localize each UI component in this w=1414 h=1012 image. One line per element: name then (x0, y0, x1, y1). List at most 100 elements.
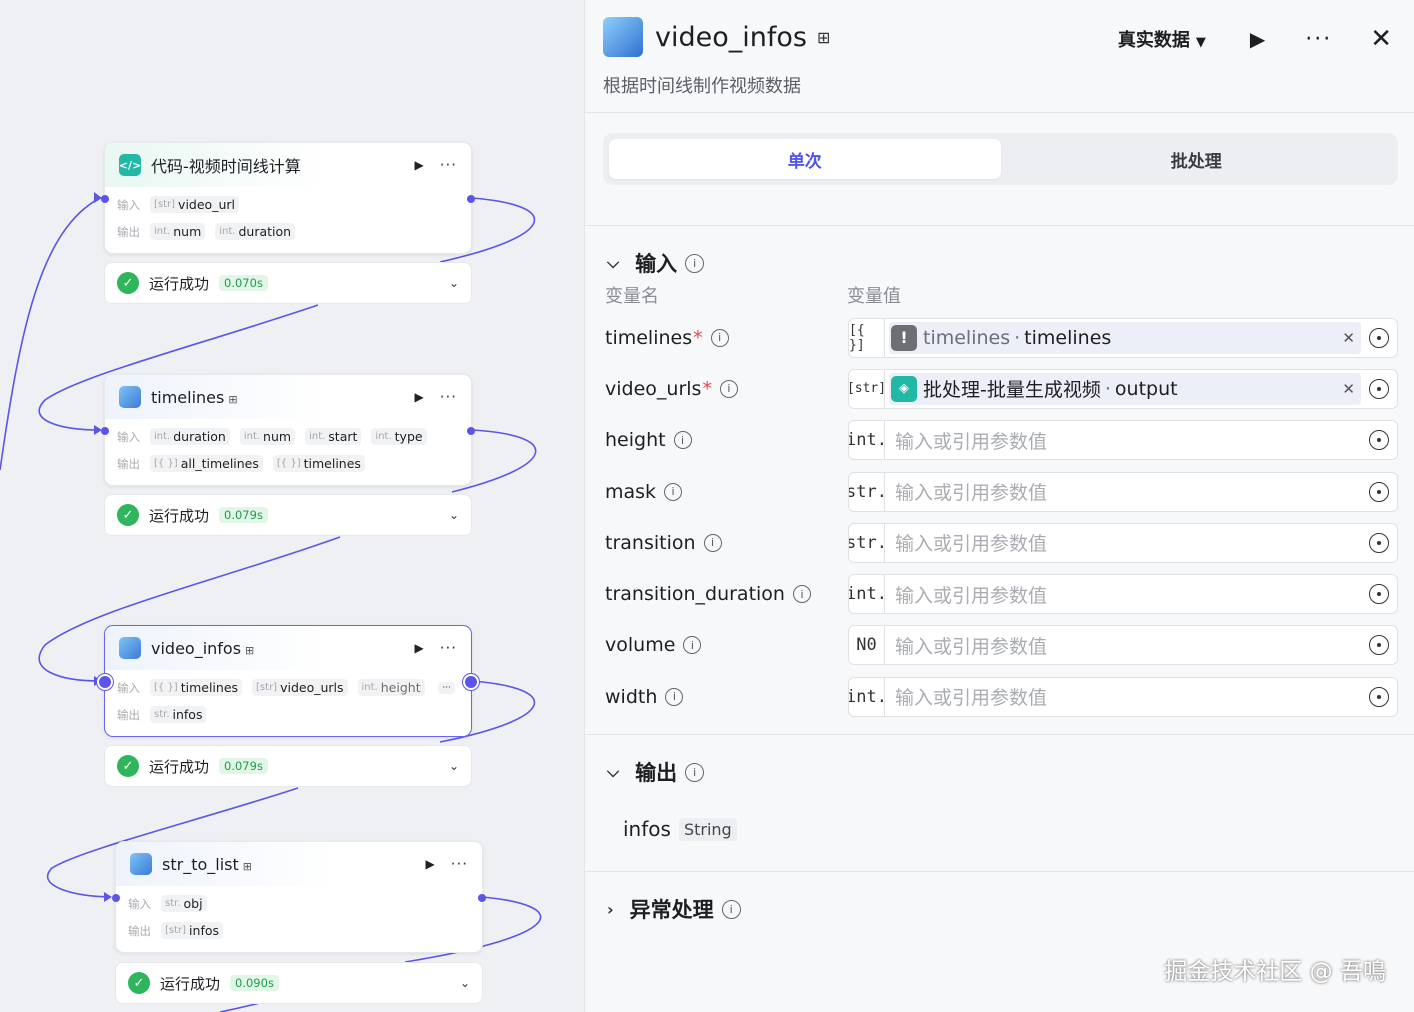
output-port[interactable] (467, 427, 475, 435)
input-pill: int. duration (150, 428, 230, 445)
more-icon[interactable]: ··· (440, 156, 457, 174)
param-value-field[interactable]: [{ }] ! timelines · timelines ✕ (848, 317, 1398, 358)
chevron-down-icon[interactable]: ⌄ (449, 276, 459, 290)
input-port[interactable] (101, 195, 109, 203)
param-name: video_urls (605, 377, 702, 400)
input-section: ⌵ 输入 i 变量名 变量值 timelines * i [{ }] ! timel… (585, 225, 1414, 734)
type-badge: str. (849, 472, 887, 511)
chevron-down-icon[interactable]: ⌄ (460, 976, 470, 990)
play-icon[interactable]: ▶ (425, 857, 434, 871)
param-input[interactable]: 输入或引用参数值 (885, 683, 1365, 710)
run-time-badge: 0.079s (219, 758, 268, 774)
info-icon[interactable]: i (703, 533, 722, 552)
param-value-field[interactable]: N0 输入或引用参数值 (848, 625, 1398, 666)
param-input[interactable]: 输入或引用参数值 (885, 529, 1365, 556)
error-section-header[interactable]: › 异常处理 i (585, 872, 1414, 946)
node-title: str_to_list ⊞ (162, 854, 252, 874)
workflow-node-video-infos[interactable]: video_infos ⊞ ▶ ··· 输入 [{ }] timelines [st… (97, 625, 479, 737)
param-value-field[interactable]: [str] ◈ 批处理-批量生成视频 · output ✕ (848, 368, 1398, 409)
info-icon[interactable]: i (664, 482, 683, 501)
play-icon[interactable]: ▶ (414, 641, 423, 655)
reference-picker-icon[interactable] (1369, 378, 1389, 399)
chevron-down-icon[interactable]: ⌵ (607, 253, 619, 273)
param-input[interactable]: 输入或引用参数值 (885, 581, 1365, 608)
workflow-node-str-to-list[interactable]: str_to_list ⊞ ▶ ··· 输入 str. obj 输出 [str] in… (112, 841, 486, 953)
required-mark: * (693, 326, 703, 349)
section-title: 异常处理 (629, 898, 714, 923)
tab-single[interactable]: 单次 (609, 139, 1001, 179)
info-icon[interactable]: i (710, 328, 729, 347)
info-icon[interactable]: i (673, 431, 692, 450)
param-input[interactable]: 输入或引用参数值 (885, 478, 1365, 505)
param-input[interactable]: 输入或引用参数值 (885, 427, 1365, 454)
reference-picker-icon[interactable] (1369, 532, 1389, 553)
output-pill: [{ }] all_timelines (150, 455, 263, 472)
column-name-header: 变量名 (605, 286, 659, 307)
output-port[interactable] (463, 674, 479, 690)
input-pill: int. height (357, 679, 425, 696)
param-value-field[interactable]: str. 输入或引用参数值 (848, 471, 1398, 512)
reference-chip[interactable]: ! timelines · timelines ✕ (889, 321, 1361, 354)
output-section: ⌵ 输出 i infos String (585, 734, 1414, 871)
output-port[interactable] (478, 894, 486, 902)
param-value-field[interactable]: str. 输入或引用参数值 (848, 522, 1398, 563)
param-value-field[interactable]: int. 输入或引用参数值 (848, 574, 1398, 615)
info-icon[interactable]: i (719, 379, 738, 398)
tab-batch[interactable]: 批处理 (1001, 139, 1393, 179)
close-icon[interactable]: ✕ (1370, 24, 1392, 54)
more-icon[interactable]: ··· (440, 388, 457, 406)
status-label: 运行成功 (149, 274, 210, 293)
reference-picker-icon[interactable] (1369, 584, 1389, 605)
param-row-volume: volume i N0 输入或引用参数值 (585, 620, 1414, 671)
reference-picker-icon[interactable] (1369, 635, 1389, 656)
info-icon[interactable]: i (721, 899, 741, 919)
more-inputs-icon[interactable]: ··· (438, 681, 455, 694)
workflow-canvas[interactable]: </> 代码-视频时间线计算 ▶ ··· 输入 [str] video_url 输… (0, 0, 584, 1012)
success-icon: ✓ (117, 755, 139, 777)
play-icon[interactable]: ▶ (414, 158, 423, 172)
reference-chip[interactable]: ◈ 批处理-批量生成视频 · output ✕ (889, 372, 1361, 405)
output-name: infos (623, 817, 671, 842)
input-port[interactable] (112, 894, 120, 902)
param-value-field[interactable]: int. 输入或引用参数值 (848, 676, 1398, 717)
workflow-node-timelines[interactable]: timelines ⊞ ▶ ··· 输入 int. duration int. num… (101, 374, 475, 486)
input-port[interactable] (97, 674, 113, 690)
param-name: width (605, 685, 658, 708)
more-icon[interactable]: ··· (440, 639, 457, 657)
reference-picker-icon[interactable] (1369, 481, 1389, 502)
info-icon[interactable]: i (685, 762, 705, 782)
chevron-down-icon[interactable]: ⌄ (449, 508, 459, 522)
input-port[interactable] (101, 427, 109, 435)
run-time-badge: 0.090s (230, 975, 279, 991)
workflow-node-code[interactable]: </> 代码-视频时间线计算 ▶ ··· 输入 [str] video_url 输… (101, 142, 475, 254)
run-button[interactable]: ▶ (1250, 27, 1265, 51)
param-input[interactable]: 输入或引用参数值 (885, 632, 1365, 659)
clear-icon[interactable]: ✕ (1342, 380, 1355, 398)
clear-icon[interactable]: ✕ (1342, 329, 1355, 347)
reference-picker-icon[interactable] (1369, 327, 1389, 348)
info-icon[interactable]: i (683, 636, 702, 655)
run-status[interactable]: ✓ 运行成功 0.070s ⌄ (104, 262, 472, 304)
output-pill: int. duration (215, 223, 296, 240)
more-icon[interactable]: ··· (1305, 27, 1332, 52)
chevron-right-icon[interactable]: › (607, 900, 614, 919)
info-icon[interactable]: i (685, 253, 705, 273)
type-badge: N0 (849, 626, 885, 665)
run-status[interactable]: ✓ 运行成功 0.090s ⌄ (115, 962, 483, 1004)
reference-picker-icon[interactable] (1369, 430, 1389, 451)
run-status[interactable]: ✓ 运行成功 0.079s ⌄ (104, 745, 472, 787)
param-value-field[interactable]: int. 输入或引用参数值 (848, 420, 1398, 461)
param-name: volume (605, 634, 676, 657)
output-port[interactable] (467, 195, 475, 203)
chevron-down-icon[interactable]: ⌄ (449, 759, 459, 773)
play-icon[interactable]: ▶ (414, 390, 423, 404)
reference-picker-icon[interactable] (1369, 686, 1389, 707)
info-icon[interactable]: i (665, 687, 684, 706)
status-label: 运行成功 (160, 974, 221, 993)
data-mode-select[interactable]: 真实数据 ▼ (1118, 26, 1206, 52)
database-icon (603, 17, 643, 57)
run-status[interactable]: ✓ 运行成功 0.079s ⌄ (104, 494, 472, 536)
info-icon[interactable]: i (792, 585, 811, 604)
chevron-down-icon[interactable]: ⌵ (607, 762, 619, 782)
more-icon[interactable]: ··· (451, 855, 468, 873)
